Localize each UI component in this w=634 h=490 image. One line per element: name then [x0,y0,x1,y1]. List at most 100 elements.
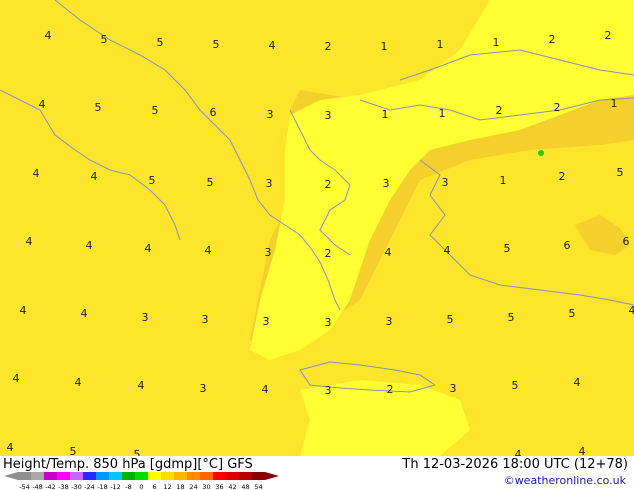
temperature-label: 4 [26,235,33,248]
legend-tick-label: 6 [152,483,156,490]
credit-link[interactable]: ©weatheronline.co.uk [504,474,626,487]
legend-tick-label: -24 [84,483,95,490]
legend-arrow-right [265,472,279,480]
legend-swatch [148,472,161,480]
temperature-label: 4 [86,239,93,252]
temperature-label: 1 [493,36,500,49]
temperature-label: 4 [269,39,276,52]
legend-swatch [161,472,174,480]
temperature-label: 1 [437,38,444,51]
temperature-label: 4 [81,307,88,320]
temperature-label: 3 [383,177,390,190]
legend-swatch [174,472,187,480]
legend-swatch [213,472,226,480]
temperature-label: 3 [263,315,270,328]
temperature-label: 5 [508,311,515,324]
temperature-label: 2 [325,40,332,53]
temperature-label: 4 [385,246,392,259]
temperature-label: 4 [33,167,40,180]
legend-swatch [109,472,122,480]
legend-tick-label: 36 [215,483,223,490]
legend-tick-label: 30 [202,483,210,490]
temperature-label: 2 [554,101,561,114]
legend-swatch [252,472,265,480]
temperature-map: 4 5 5 5 4 2 1 1 1 2 2 4 5 5 6 3 3 1 1 2 2 1 4 4 5 5 3 2 3 3 1 2 5 4 4 4 4 3 2 4… [0,0,634,456]
temperature-label: 6 [210,106,217,119]
legend-swatch [18,472,31,480]
temperature-label: 5 [152,104,159,117]
temperature-label: 1 [439,107,446,120]
temperature-label: 6 [623,235,630,248]
temperature-label: 5 [512,379,519,392]
temperature-label: 5 [504,242,511,255]
legend-tick-label: 12 [163,483,171,490]
legend-tick-label: 24 [189,483,197,490]
temperature-label: 4 [45,29,52,42]
legend-swatch [200,472,213,480]
legend-ticks: -54 -48 -42 -38 -30 -24 -18 -12 -8 0 6 12 18 24 30 36 42… [19,483,262,490]
legend-tick-label: 0 [139,483,143,490]
temperature-label: 2 [387,383,394,396]
temperature-label: 3 [325,316,332,329]
temperature-label: 4 [39,98,46,111]
temperature-label: 4 [579,445,586,456]
temperature-label: 4 [629,304,634,317]
temperature-label: 2 [496,104,503,117]
temperature-label: 2 [605,29,612,42]
temperature-label: 5 [157,36,164,49]
legend-tick-label: -8 [125,483,131,490]
temperature-label: 3 [200,382,207,395]
legend-swatch [83,472,96,480]
legend-swatch [226,472,239,480]
temperature-label: 4 [515,448,522,456]
temperature-label: 1 [611,97,618,110]
legend-tick-label: -42 [45,483,56,490]
temperature-label: 1 [381,40,388,53]
temperature-label: 4 [13,372,20,385]
temperature-label: 3 [386,315,393,328]
temperature-label: 5 [447,313,454,326]
temperature-label: 5 [207,176,214,189]
temperature-label: 4 [20,304,27,317]
legend-swatch [187,472,200,480]
legend-tick-label: 48 [241,483,249,490]
temperature-label: 6 [564,239,571,252]
legend-tick-label: -48 [32,483,43,490]
green-dot-marker [538,150,544,156]
temperature-label: 5 [101,33,108,46]
temperature-label: 1 [500,174,507,187]
legend-tick-label: -30 [71,483,82,490]
legend-swatch [239,472,252,480]
temperature-label: 2 [325,178,332,191]
temperature-label: 3 [265,246,272,259]
legend-tick-label: -38 [58,483,69,490]
temperature-label: 3 [450,382,457,395]
temperature-label: 5 [569,307,576,320]
legend-swatches [4,472,279,480]
temperature-label: 3 [325,109,332,122]
temperature-label: 3 [442,176,449,189]
temperature-label: 5 [95,101,102,114]
temperature-label: 4 [262,383,269,396]
temperature-label: 2 [559,170,566,183]
legend-swatch [122,472,135,480]
temperature-label: 2 [325,247,332,260]
legend-swatch [135,472,148,480]
legend-tick-label: 42 [228,483,236,490]
legend-tick-label: -12 [110,483,121,490]
temperature-label: 5 [149,174,156,187]
legend-swatch [70,472,83,480]
temperature-label: 4 [574,376,581,389]
temperature-label: 5 [134,448,141,456]
legend-swatch [57,472,70,480]
temperature-label: 4 [205,244,212,257]
legend-arrow-left [4,472,18,480]
legend-swatch [31,472,44,480]
temperature-label: 5 [70,445,77,456]
legend-tick-label: -18 [97,483,108,490]
temperature-label: 4 [145,242,152,255]
temperature-label: 2 [549,33,556,46]
temperature-label: 4 [444,244,451,257]
temperature-label: 4 [75,376,82,389]
legend-tick-label: -54 [19,483,30,490]
